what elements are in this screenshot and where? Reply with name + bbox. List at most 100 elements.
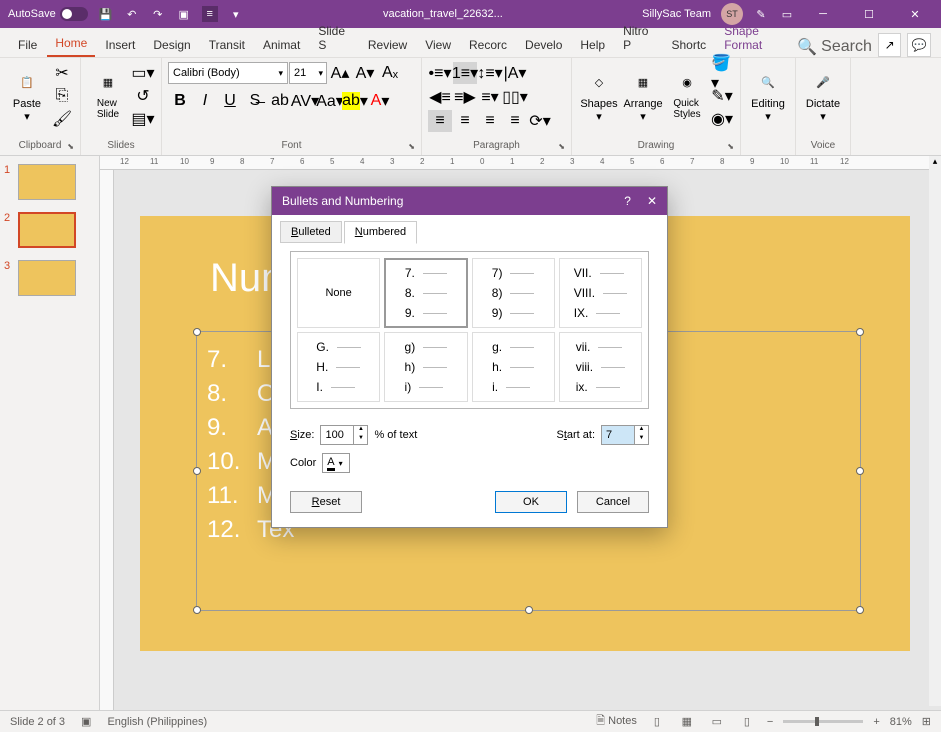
reset-button[interactable]: Reset	[290, 491, 362, 513]
copy-button[interactable]: ⎘	[50, 85, 74, 107]
customize-qat-icon[interactable]: ▾	[228, 6, 244, 22]
tab-numbered[interactable]: Numbered	[344, 221, 417, 244]
reset-button[interactable]: ↺	[131, 85, 155, 107]
fit-to-window-button[interactable]: ⊞	[922, 715, 931, 728]
tab-insert[interactable]: Insert	[97, 33, 143, 57]
char-spacing-button[interactable]: AV▾	[293, 90, 317, 112]
numbering-arabic-paren[interactable]: 7)8)9)	[472, 258, 555, 328]
italic-button[interactable]: I	[193, 90, 217, 112]
section-button[interactable]: ▤▾	[131, 108, 155, 130]
zoom-out-button[interactable]: −	[767, 716, 773, 728]
increase-font-button[interactable]: A▴	[328, 62, 352, 84]
format-painter-button[interactable]: 🖌	[50, 108, 74, 130]
justify-button[interactable]: ≡	[503, 110, 527, 132]
bold-button[interactable]: B	[168, 90, 192, 112]
numbering-arabic-period[interactable]: 7.8.9.	[384, 258, 467, 328]
line-spacing-button[interactable]: ↕≡▾	[478, 62, 502, 84]
comments-button[interactable]: 💬	[907, 33, 931, 57]
tab-file[interactable]: File	[10, 33, 45, 57]
undo-icon[interactable]: ↶	[124, 6, 140, 22]
slide-thumbnail-3[interactable]	[18, 260, 76, 296]
layout-button[interactable]: ▭▾	[131, 62, 155, 84]
zoom-in-button[interactable]: +	[873, 716, 879, 728]
font-name-select[interactable]: Calibri (Body)	[168, 62, 288, 84]
share-button[interactable]: ↗	[878, 33, 902, 57]
redo-icon[interactable]: ↷	[150, 6, 166, 22]
drawing-launcher[interactable]: ⬊	[727, 142, 734, 151]
spinner-up[interactable]: ▲	[635, 426, 648, 435]
spinner-down[interactable]: ▼	[635, 435, 648, 444]
decrease-indent-button[interactable]: ◀≡	[428, 86, 452, 108]
numbering-button[interactable]: 1≡▾	[453, 62, 477, 84]
paragraph-launcher[interactable]: ⬊	[558, 142, 565, 151]
cut-button[interactable]: ✂	[50, 62, 74, 84]
shape-fill-button[interactable]: 🪣▾	[710, 62, 734, 84]
spinner-up[interactable]: ▲	[354, 426, 367, 435]
maximize-button[interactable]: ☐	[851, 0, 887, 28]
tab-view[interactable]: View	[417, 33, 459, 57]
tab-design[interactable]: Design	[145, 33, 198, 57]
numbering-alpha-lower-period[interactable]: g.h.i.	[472, 332, 555, 402]
tab-shape-format[interactable]: Shape Format	[716, 19, 795, 57]
spinner-down[interactable]: ▼	[354, 435, 367, 444]
align-right-button[interactable]: ≡	[478, 110, 502, 132]
tab-transitions[interactable]: Transit	[201, 33, 253, 57]
slide-thumbnail-2[interactable]	[18, 212, 76, 248]
tab-recording[interactable]: Recorc	[461, 33, 515, 57]
font-size-select[interactable]: 21	[289, 62, 327, 84]
slide-thumbnail-1[interactable]	[18, 164, 76, 200]
tab-bulleted[interactable]: Bulleted	[280, 221, 342, 243]
list-qat-icon[interactable]: ≡	[202, 6, 218, 22]
numbering-none[interactable]: None	[297, 258, 380, 328]
shadow-button[interactable]: ab	[268, 90, 292, 112]
clipboard-launcher[interactable]: ⬊	[67, 142, 74, 151]
change-case-button[interactable]: Aa▾	[318, 90, 342, 112]
shape-effects-button[interactable]: ◉▾	[710, 108, 734, 130]
close-icon[interactable]: ✕	[647, 194, 657, 208]
size-input[interactable]	[321, 426, 353, 444]
color-dropdown[interactable]: A▾	[322, 453, 350, 473]
notes-button[interactable]: 🗎 Notes	[596, 712, 637, 731]
help-icon[interactable]: ?	[624, 194, 631, 208]
tab-animations[interactable]: Animat	[255, 33, 308, 57]
bullets-button[interactable]: •≡▾	[428, 62, 452, 84]
increase-indent-button[interactable]: ≡▶	[453, 86, 477, 108]
underline-button[interactable]: U	[218, 90, 242, 112]
autosave-toggle[interactable]: AutoSave	[8, 7, 88, 21]
search-box[interactable]: 🔍 Search	[797, 37, 872, 57]
present-icon[interactable]: ▣	[176, 6, 192, 22]
font-launcher[interactable]: ⬊	[408, 142, 415, 151]
columns-button[interactable]: ▯▯▾	[503, 86, 527, 108]
shapes-button[interactable]: ◇ Shapes▾	[578, 62, 620, 127]
tab-shortcut[interactable]: Shortc	[664, 33, 715, 57]
tab-nitro[interactable]: Nitro P	[615, 19, 661, 57]
numbering-alpha-lower-paren[interactable]: g)h)i)	[384, 332, 467, 402]
clear-formatting-button[interactable]: Aₓ	[378, 62, 402, 84]
decrease-font-button[interactable]: A▾	[353, 62, 377, 84]
slideshow-view-button[interactable]: ▯	[737, 714, 757, 730]
save-icon[interactable]: 💾	[98, 6, 114, 22]
ok-button[interactable]: OK	[495, 491, 567, 513]
zoom-slider[interactable]	[783, 720, 863, 723]
smartart-button[interactable]: ⟳▾	[528, 110, 552, 132]
editing-button[interactable]: 🔍 Editing▾	[747, 62, 789, 127]
numbering-alpha-upper[interactable]: G.H.I.	[297, 332, 380, 402]
tab-developer[interactable]: Develo	[517, 33, 570, 57]
minimize-button[interactable]: ─	[805, 0, 841, 28]
autosave-switch[interactable]	[60, 7, 88, 21]
normal-view-button[interactable]: ▯	[647, 714, 667, 730]
font-color-button[interactable]: A▾	[368, 90, 392, 112]
cancel-button[interactable]: Cancel	[577, 491, 649, 513]
dictate-button[interactable]: 🎤 Dictate▾	[802, 62, 844, 127]
quick-styles-button[interactable]: ◉ Quick Styles	[666, 62, 708, 124]
highlight-button[interactable]: ab▾	[343, 90, 367, 112]
arrange-button[interactable]: ▦ Arrange▾	[622, 62, 664, 127]
numbering-roman-lower[interactable]: vii.viii.ix.	[559, 332, 642, 402]
text-direction-button[interactable]: |A▾	[503, 62, 527, 84]
tab-review[interactable]: Review	[360, 33, 415, 57]
align-center-button[interactable]: ≡	[453, 110, 477, 132]
tab-home[interactable]: Home	[47, 31, 95, 57]
align-text-button[interactable]: ≡▾	[478, 86, 502, 108]
start-input[interactable]	[602, 426, 634, 444]
shape-outline-button[interactable]: ✎▾	[710, 85, 734, 107]
